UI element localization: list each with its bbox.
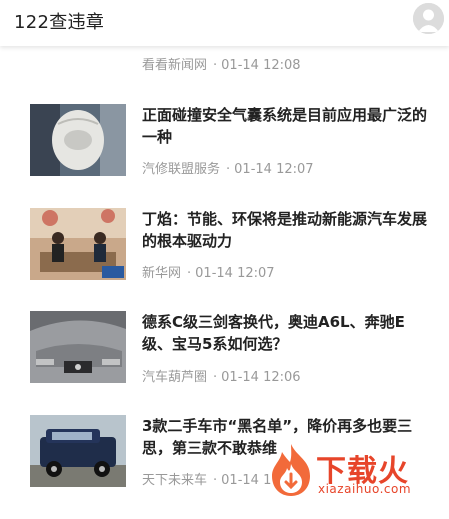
news-meta: 汽车葫芦圈 · 01-14 12:06: [142, 370, 301, 385]
news-title[interactable]: 丁焰：节能、环保将是推动新能源汽车发展的根本驱动力: [142, 208, 427, 252]
news-source: 新华网: [142, 266, 182, 281]
news-item[interactable]: 正面碰撞安全气囊系统是目前应用最广泛的一种 汽修联盟服务 · 01-14 12:07: [0, 104, 449, 208]
app-header: 122查违章: [0, 0, 449, 46]
news-title[interactable]: 德系C级三剑客换代，奥迪A6L、奔驰E级、宝马5系如何选？: [142, 311, 427, 355]
site-watermark: 下载火 xiazaihuo.com: [262, 440, 449, 500]
news-source: 汽修联盟服务: [142, 162, 221, 177]
news-thumbnail[interactable]: [30, 311, 126, 383]
news-time: 01-14 12:07: [195, 266, 275, 281]
news-source: 看看新闻网: [142, 58, 208, 73]
news-meta: 天下未来车 · 01-14 1: [142, 473, 272, 488]
news-meta: 看看新闻网 · 01-14 12:08: [142, 58, 301, 73]
news-time: 01-14 12:06: [221, 370, 301, 385]
news-source: 汽车葫芦圈: [142, 370, 208, 385]
news-source: 天下未来车: [142, 473, 208, 488]
flame-logo-icon: [272, 444, 310, 496]
news-meta: 新华网 · 01-14 12:07: [142, 266, 275, 281]
watermark-url: xiazaihuo.com: [318, 482, 412, 496]
news-feed: 看看新闻网 · 01-14 12:08 正面碰撞安全气囊系统是目前应用最广泛的一种 …: [0, 0, 449, 500]
news-title[interactable]: 正面碰撞安全气囊系统是目前应用最广泛的一种: [142, 104, 427, 148]
news-thumbnail[interactable]: [30, 415, 126, 487]
app-title: 122查违章: [14, 12, 105, 33]
news-time: 01-14 12:07: [234, 162, 314, 177]
news-meta: 汽修联盟服务 · 01-14 12:07: [142, 162, 314, 177]
news-item[interactable]: 德系C级三剑客换代，奥迪A6L、奔驰E级、宝马5系如何选？ 汽车葫芦圈 · 01-1…: [0, 311, 449, 415]
news-item[interactable]: 丁焰：节能、环保将是推动新能源汽车发展的根本驱动力 新华网 · 01-14 12:0…: [0, 208, 449, 312]
news-thumbnail[interactable]: [30, 208, 126, 280]
news-thumbnail[interactable]: [30, 104, 126, 176]
news-time: 01-14 12:08: [221, 58, 301, 73]
user-avatar-icon[interactable]: [413, 3, 444, 34]
